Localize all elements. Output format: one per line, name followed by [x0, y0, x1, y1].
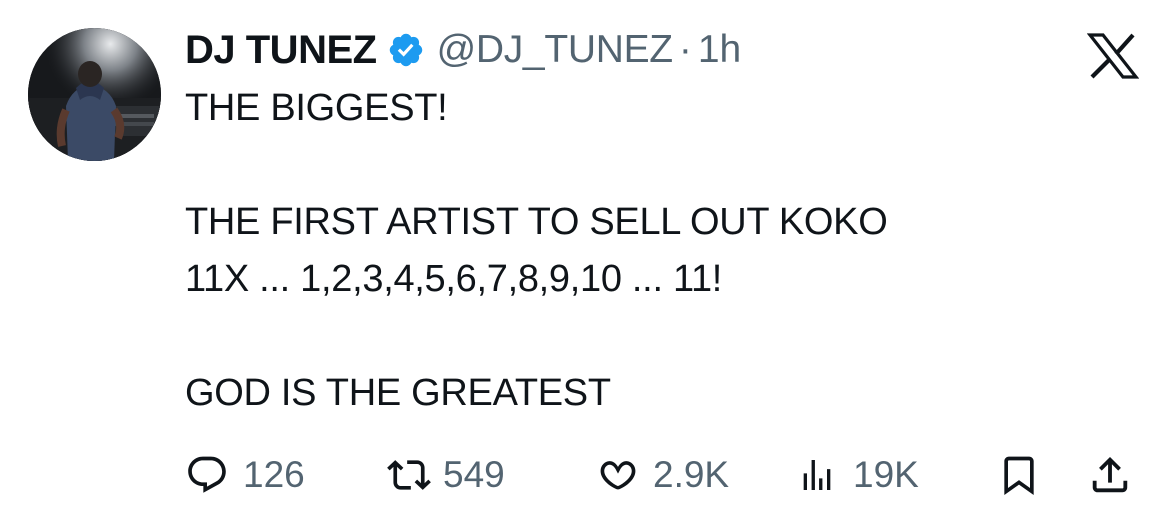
display-name[interactable]: DJ TUNEZ	[185, 28, 377, 73]
tweet-line: THE BIGGEST!	[185, 87, 448, 129]
action-bar: 126 549 2.9K 19K	[185, 446, 1145, 504]
like-icon	[595, 453, 641, 497]
reply-count: 126	[243, 454, 305, 495]
repost-button[interactable]: 549	[385, 446, 505, 504]
avatar-image	[28, 28, 161, 161]
tweet-header: DJ TUNEZ @DJ_TUNEZ · 1h	[185, 22, 741, 78]
like-count: 2.9K	[653, 454, 730, 495]
user-handle[interactable]: @DJ_TUNEZ	[437, 28, 674, 72]
x-logo-icon	[1086, 33, 1140, 79]
avatar[interactable]	[28, 28, 161, 161]
views-button[interactable]: 19K	[797, 446, 919, 504]
views-count: 19K	[853, 454, 919, 495]
reply-button[interactable]: 126	[185, 446, 305, 504]
bookmark-icon	[997, 452, 1041, 498]
bookmark-button[interactable]	[997, 446, 1041, 504]
like-button[interactable]: 2.9K	[595, 446, 729, 504]
repost-icon	[385, 453, 433, 497]
verified-badge-icon	[387, 31, 425, 69]
timestamp[interactable]: 1h	[698, 28, 741, 72]
separator-dot: ·	[678, 28, 692, 71]
views-icon	[797, 453, 837, 497]
repost-count: 549	[443, 454, 505, 495]
reply-icon	[185, 453, 229, 497]
tweet-line: THE FIRST ARTIST TO SELL OUT KOKO	[185, 201, 888, 243]
share-icon	[1087, 452, 1133, 498]
tweet-line: 11X ... 1,2,3,4,5,6,7,8,9,10 ... 11!	[185, 258, 723, 300]
tweet-line: GOD IS THE GREATEST	[185, 372, 611, 414]
share-button[interactable]	[1087, 446, 1133, 504]
tweet-text: THE BIGGEST! THE FIRST ARTIST TO SELL OU…	[185, 80, 1145, 422]
